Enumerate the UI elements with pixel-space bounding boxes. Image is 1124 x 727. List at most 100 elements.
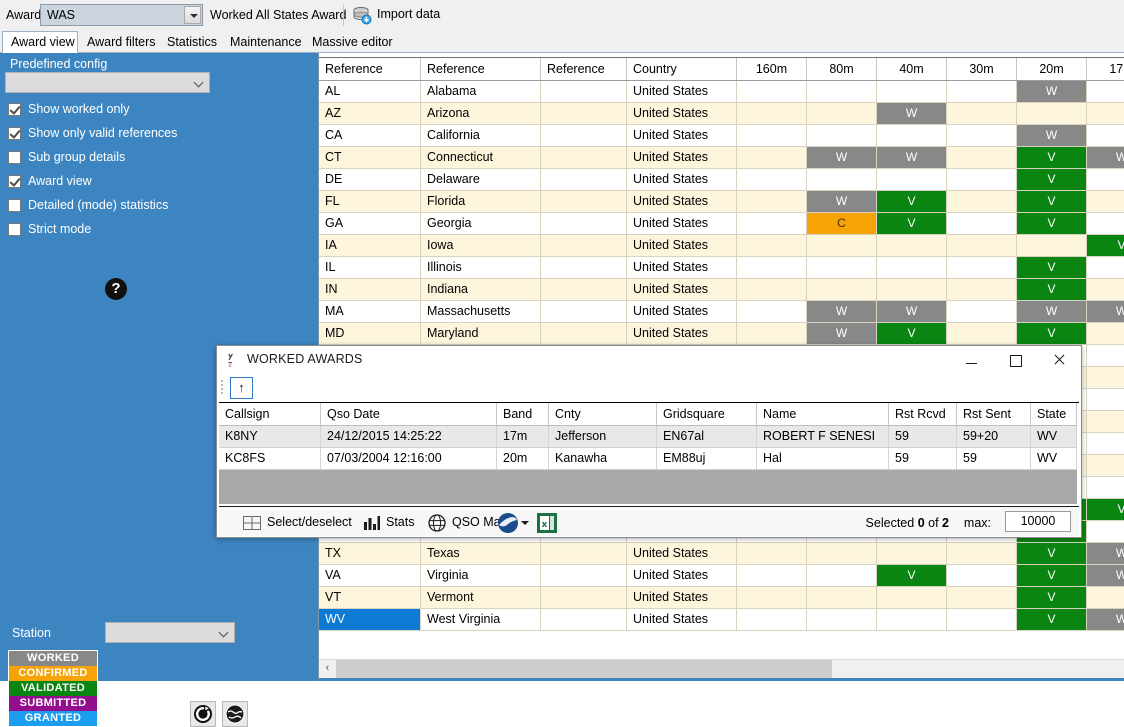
cell-band-40m[interactable]: W bbox=[877, 147, 947, 168]
tab-statistics[interactable]: Statistics bbox=[158, 31, 221, 53]
cell-sub[interactable] bbox=[541, 147, 627, 168]
qso-column-header-gridsquare[interactable]: Gridsquare bbox=[657, 403, 757, 425]
tab-maintenance[interactable]: Maintenance bbox=[221, 31, 303, 53]
cell-band-17m[interactable]: W bbox=[1087, 565, 1124, 586]
cell-country[interactable]: United States bbox=[627, 235, 737, 256]
cell-band-80m[interactable] bbox=[807, 103, 877, 124]
cell-band-40m[interactable] bbox=[877, 169, 947, 190]
cell-ref[interactable]: AZ bbox=[319, 103, 421, 124]
cell-band-40m[interactable] bbox=[877, 543, 947, 564]
cell-sub[interactable] bbox=[541, 565, 627, 586]
cell-band-80m[interactable]: W bbox=[807, 191, 877, 212]
cell-sub[interactable] bbox=[541, 301, 627, 322]
cell-band-30m[interactable] bbox=[947, 543, 1017, 564]
chevron-down-icon[interactable] bbox=[521, 521, 529, 525]
cell-country[interactable]: United States bbox=[627, 191, 737, 212]
max-input[interactable]: 10000 bbox=[1005, 511, 1071, 532]
cell-band-20m[interactable]: V bbox=[1017, 279, 1087, 300]
cell-band-160m[interactable] bbox=[737, 81, 807, 102]
refresh-clock-button[interactable] bbox=[190, 701, 216, 727]
column-header-reference-0[interactable]: Reference bbox=[319, 58, 421, 80]
cell-name[interactable]: Iowa bbox=[421, 235, 541, 256]
tab-massive-editor[interactable]: Massive editor bbox=[303, 31, 393, 53]
table-row[interactable]: IL Illinois United States V bbox=[319, 257, 1124, 279]
cell-ref[interactable]: GA bbox=[319, 213, 421, 234]
cell-ref[interactable]: FL bbox=[319, 191, 421, 212]
column-header-20m-8[interactable]: 20m bbox=[1017, 58, 1087, 80]
cell-band-40m[interactable] bbox=[877, 609, 947, 630]
cell-band-17m[interactable] bbox=[1087, 477, 1124, 498]
qso-cell-rst_sent[interactable]: 59+20 bbox=[957, 426, 1031, 447]
cell-band-30m[interactable] bbox=[947, 565, 1017, 586]
cell-country[interactable]: United States bbox=[627, 169, 737, 190]
cell-name[interactable]: Vermont bbox=[421, 587, 541, 608]
tab-award-view[interactable]: Award view bbox=[2, 31, 78, 53]
cell-band-160m[interactable] bbox=[737, 543, 807, 564]
cell-ref[interactable]: IL bbox=[319, 257, 421, 278]
cell-country[interactable]: United States bbox=[627, 587, 737, 608]
cell-band-80m[interactable]: C bbox=[807, 213, 877, 234]
cell-band-160m[interactable] bbox=[737, 609, 807, 630]
qso-cell-rst_rcvd[interactable]: 59 bbox=[889, 426, 957, 447]
cell-sub[interactable] bbox=[541, 191, 627, 212]
qso-cell-cnty[interactable]: Jefferson bbox=[549, 426, 657, 447]
cell-band-20m[interactable]: V bbox=[1017, 191, 1087, 212]
checkbox-box[interactable] bbox=[8, 127, 21, 140]
cell-band-40m[interactable]: W bbox=[877, 301, 947, 322]
qso-cell-qso_date[interactable]: 24/12/2015 14:25:22 bbox=[321, 426, 497, 447]
qso-column-header-rst_rcvd[interactable]: Rst Rcvd bbox=[889, 403, 957, 425]
cell-band-20m[interactable]: V bbox=[1017, 543, 1087, 564]
cell-band-17m[interactable] bbox=[1087, 367, 1124, 388]
column-header-40m-6[interactable]: 40m bbox=[877, 58, 947, 80]
horizontal-scrollbar[interactable]: ‹ bbox=[319, 659, 1124, 678]
cell-band-20m[interactable]: V bbox=[1017, 213, 1087, 234]
cell-band-17m[interactable] bbox=[1087, 433, 1124, 454]
table-row[interactable]: IAIowa United States V bbox=[319, 235, 1124, 257]
station-select[interactable] bbox=[105, 622, 235, 643]
cell-band-160m[interactable] bbox=[737, 191, 807, 212]
checkbox-box[interactable] bbox=[8, 103, 21, 116]
cell-band-80m[interactable] bbox=[807, 235, 877, 256]
move-up-button[interactable]: ↑ bbox=[230, 377, 253, 399]
maximize-button[interactable] bbox=[993, 346, 1037, 374]
cell-band-17m[interactable] bbox=[1087, 125, 1124, 146]
cell-ref[interactable]: WV bbox=[319, 609, 421, 630]
cell-sub[interactable] bbox=[541, 279, 627, 300]
checkbox-box[interactable] bbox=[8, 223, 21, 236]
cell-sub[interactable] bbox=[541, 257, 627, 278]
cell-ref[interactable]: MD bbox=[319, 323, 421, 344]
table-row[interactable]: GA Georgia United States C V V bbox=[319, 213, 1124, 235]
predefined-config-select[interactable] bbox=[5, 72, 210, 93]
cell-band-40m[interactable] bbox=[877, 279, 947, 300]
cell-band-17m[interactable] bbox=[1087, 257, 1124, 278]
checkbox-box[interactable] bbox=[8, 199, 21, 212]
qso-column-header-qso_date[interactable]: Qso Date bbox=[321, 403, 497, 425]
cell-band-80m[interactable] bbox=[807, 279, 877, 300]
cell-band-30m[interactable] bbox=[947, 103, 1017, 124]
cell-band-160m[interactable] bbox=[737, 235, 807, 256]
cell-band-80m[interactable] bbox=[807, 257, 877, 278]
cell-ref[interactable]: TX bbox=[319, 543, 421, 564]
cell-band-40m[interactable]: V bbox=[877, 565, 947, 586]
cell-name[interactable]: Indiana bbox=[421, 279, 541, 300]
cell-ref[interactable]: IA bbox=[319, 235, 421, 256]
cell-band-80m[interactable]: W bbox=[807, 323, 877, 344]
chevron-down-icon[interactable] bbox=[184, 6, 201, 24]
qso-cell-callsign[interactable]: K8NY bbox=[219, 426, 321, 447]
cell-band-20m[interactable]: V bbox=[1017, 323, 1087, 344]
cell-band-80m[interactable] bbox=[807, 543, 877, 564]
scroll-left-button[interactable]: ‹ bbox=[319, 660, 336, 678]
cell-ref[interactable]: MA bbox=[319, 301, 421, 322]
table-row[interactable]: MAMassachusettsUnited StatesWWWW bbox=[319, 301, 1124, 323]
cell-band-160m[interactable] bbox=[737, 125, 807, 146]
cell-band-80m[interactable]: W bbox=[807, 301, 877, 322]
column-header-80m-5[interactable]: 80m bbox=[807, 58, 877, 80]
cell-band-80m[interactable] bbox=[807, 125, 877, 146]
cell-name[interactable]: Florida bbox=[421, 191, 541, 212]
cell-band-17m[interactable]: W bbox=[1087, 543, 1124, 564]
qso-column-header-rst_sent[interactable]: Rst Sent bbox=[957, 403, 1031, 425]
cell-name[interactable]: Delaware bbox=[421, 169, 541, 190]
cell-band-80m[interactable] bbox=[807, 609, 877, 630]
cell-band-40m[interactable]: V bbox=[877, 323, 947, 344]
checkbox-box[interactable] bbox=[8, 175, 21, 188]
